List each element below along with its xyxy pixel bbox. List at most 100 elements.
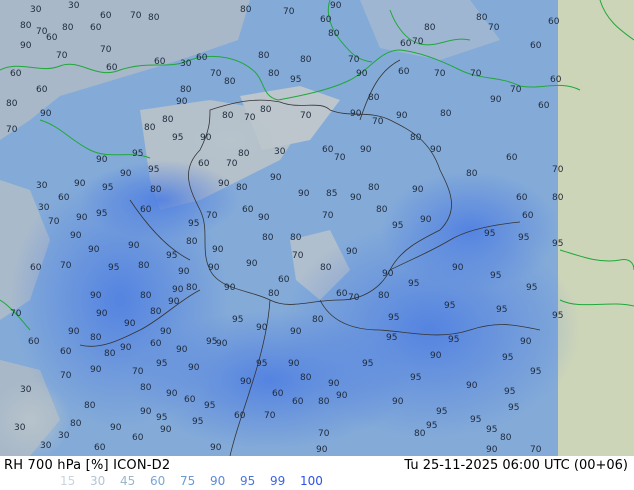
contour-value-label: 80 bbox=[290, 233, 302, 243]
contour-value-label: 90 bbox=[216, 339, 228, 349]
contour-value-label: 95 bbox=[172, 133, 183, 143]
contour-value-label: 90 bbox=[336, 391, 348, 401]
contour-value-label: 90 bbox=[430, 351, 442, 361]
contour-value-label: 95 bbox=[502, 353, 513, 363]
contour-value-label: 95 bbox=[436, 407, 447, 417]
contour-value-label: 95 bbox=[156, 413, 167, 423]
contour-value-label: 95 bbox=[526, 283, 537, 293]
contour-value-label: 90 bbox=[140, 407, 152, 417]
contour-value-label: 90 bbox=[330, 1, 342, 11]
color-legend: 15 30 45 60 75 90 95 99 100 bbox=[60, 474, 330, 488]
contour-value-label: 95 bbox=[448, 335, 459, 345]
contour-value-label: 80 bbox=[240, 5, 252, 15]
contour-value-label: 70 bbox=[283, 7, 295, 17]
contour-value-label: 60 bbox=[272, 389, 284, 399]
contour-value-label: 90 bbox=[316, 445, 328, 455]
contour-value-label: 95 bbox=[552, 239, 563, 249]
contour-value-label: 70 bbox=[348, 293, 360, 303]
contour-value-label: 70 bbox=[434, 69, 446, 79]
contour-value-label: 60 bbox=[106, 63, 118, 73]
contour-value-label: 90 bbox=[224, 283, 236, 293]
contour-value-label: 90 bbox=[90, 365, 102, 375]
contour-value-label: 80 bbox=[150, 307, 162, 317]
contour-value-label: 60 bbox=[234, 411, 246, 421]
contour-value-label: 70 bbox=[6, 125, 18, 135]
contour-value-label: 30 bbox=[274, 147, 286, 157]
map-timestamp: Tu 25-11-2025 06:00 UTC (00+06) bbox=[404, 458, 628, 473]
humidity-map[interactable]: 30 3060 70 8080 70906080808070606080706080 60… bbox=[0, 0, 634, 456]
contour-value-label: 70 bbox=[132, 367, 144, 377]
contour-value-label: 90 bbox=[74, 179, 86, 189]
contour-value-label: 30 bbox=[20, 385, 32, 395]
contour-value-label: 80 bbox=[500, 433, 512, 443]
contour-value-label: 90 bbox=[350, 109, 362, 119]
contour-value-label: 90 bbox=[490, 95, 502, 105]
contour-value-label: 90 bbox=[360, 145, 372, 155]
contour-value-label: 90 bbox=[124, 319, 136, 329]
contour-value-label: 60 bbox=[522, 211, 534, 221]
contour-value-label: 60 bbox=[530, 41, 542, 51]
contour-value-label: 60 bbox=[292, 397, 304, 407]
contour-value-label: 70 bbox=[412, 37, 424, 47]
contour-value-label: 80 bbox=[180, 85, 192, 95]
contour-value-label: 90 bbox=[120, 343, 132, 353]
contour-value-label: 60 bbox=[60, 347, 72, 357]
contour-value-label: 90 bbox=[350, 193, 362, 203]
contour-value-label: 80 bbox=[552, 193, 564, 203]
contour-value-label: 60 bbox=[94, 443, 106, 453]
contour-value-label: 60 bbox=[140, 205, 152, 215]
contour-value-label: 80 bbox=[104, 349, 116, 359]
contour-value-label: 70 bbox=[226, 159, 238, 169]
contour-value-label: 80 bbox=[6, 99, 18, 109]
contour-value-label: 95 bbox=[204, 401, 215, 411]
contour-value-label: 90 bbox=[392, 397, 404, 407]
contour-value-label: 90 bbox=[76, 213, 88, 223]
contour-value-label: 90 bbox=[356, 69, 368, 79]
contour-value-label: 80 bbox=[466, 169, 478, 179]
contour-value-label: 60 bbox=[398, 67, 410, 77]
contour-value-label: 95 bbox=[530, 367, 541, 377]
contour-value-label: 90 bbox=[40, 109, 52, 119]
contour-value-label: 60 bbox=[322, 145, 334, 155]
contour-value-label: 90 bbox=[166, 389, 178, 399]
legend-item: 95 bbox=[240, 474, 256, 488]
contour-value-label: 85 bbox=[326, 189, 337, 199]
contour-value-label: 80 bbox=[222, 111, 234, 121]
contour-value-label: 90 bbox=[210, 443, 222, 453]
contour-value-label: 80 bbox=[476, 13, 488, 23]
contour-value-label: 95 bbox=[166, 251, 177, 261]
contour-value-label: 90 bbox=[452, 263, 464, 273]
contour-value-label: 60 bbox=[100, 11, 112, 21]
contour-value-label: 60 bbox=[198, 159, 210, 169]
contour-value-label: 70 bbox=[334, 153, 346, 163]
contour-value-label: 30 bbox=[36, 181, 48, 191]
contour-value-label: 70 bbox=[210, 69, 222, 79]
legend-item: 75 bbox=[180, 474, 196, 488]
contour-value-label: 70 bbox=[348, 55, 360, 65]
contour-value-label: 80 bbox=[440, 109, 452, 119]
contour-value-label: 90 bbox=[168, 297, 180, 307]
contour-value-label: 80 bbox=[144, 123, 156, 133]
contour-value-label: 95 bbox=[96, 209, 107, 219]
contour-value-label: 80 bbox=[262, 233, 274, 243]
contour-value-label: 95 bbox=[410, 373, 421, 383]
contour-value-label: 90 bbox=[382, 269, 394, 279]
contour-value-label: 30 bbox=[30, 5, 42, 15]
contour-value-label: 95 bbox=[484, 229, 495, 239]
contour-value-label: 80 bbox=[84, 401, 96, 411]
contour-value-label: 80 bbox=[20, 21, 32, 31]
contour-value-label: 30 bbox=[180, 59, 192, 69]
contour-value-label: 80 bbox=[320, 263, 332, 273]
contour-value-label: 80 bbox=[70, 419, 82, 429]
contour-value-label: 70 bbox=[130, 11, 142, 21]
contour-value-label: 80 bbox=[224, 77, 236, 87]
contour-value-label: 95 bbox=[232, 315, 243, 325]
contour-value-label: 60 bbox=[538, 101, 550, 111]
contour-value-label: 90 bbox=[412, 185, 424, 195]
contour-value-label: 60 bbox=[278, 275, 290, 285]
contour-value-label: 90 bbox=[486, 445, 498, 455]
contour-value-label: 95 bbox=[552, 311, 563, 321]
contour-value-label: 70 bbox=[510, 85, 522, 95]
contour-value-label: 30 bbox=[58, 431, 70, 441]
contour-value-label: 90 bbox=[520, 337, 532, 347]
